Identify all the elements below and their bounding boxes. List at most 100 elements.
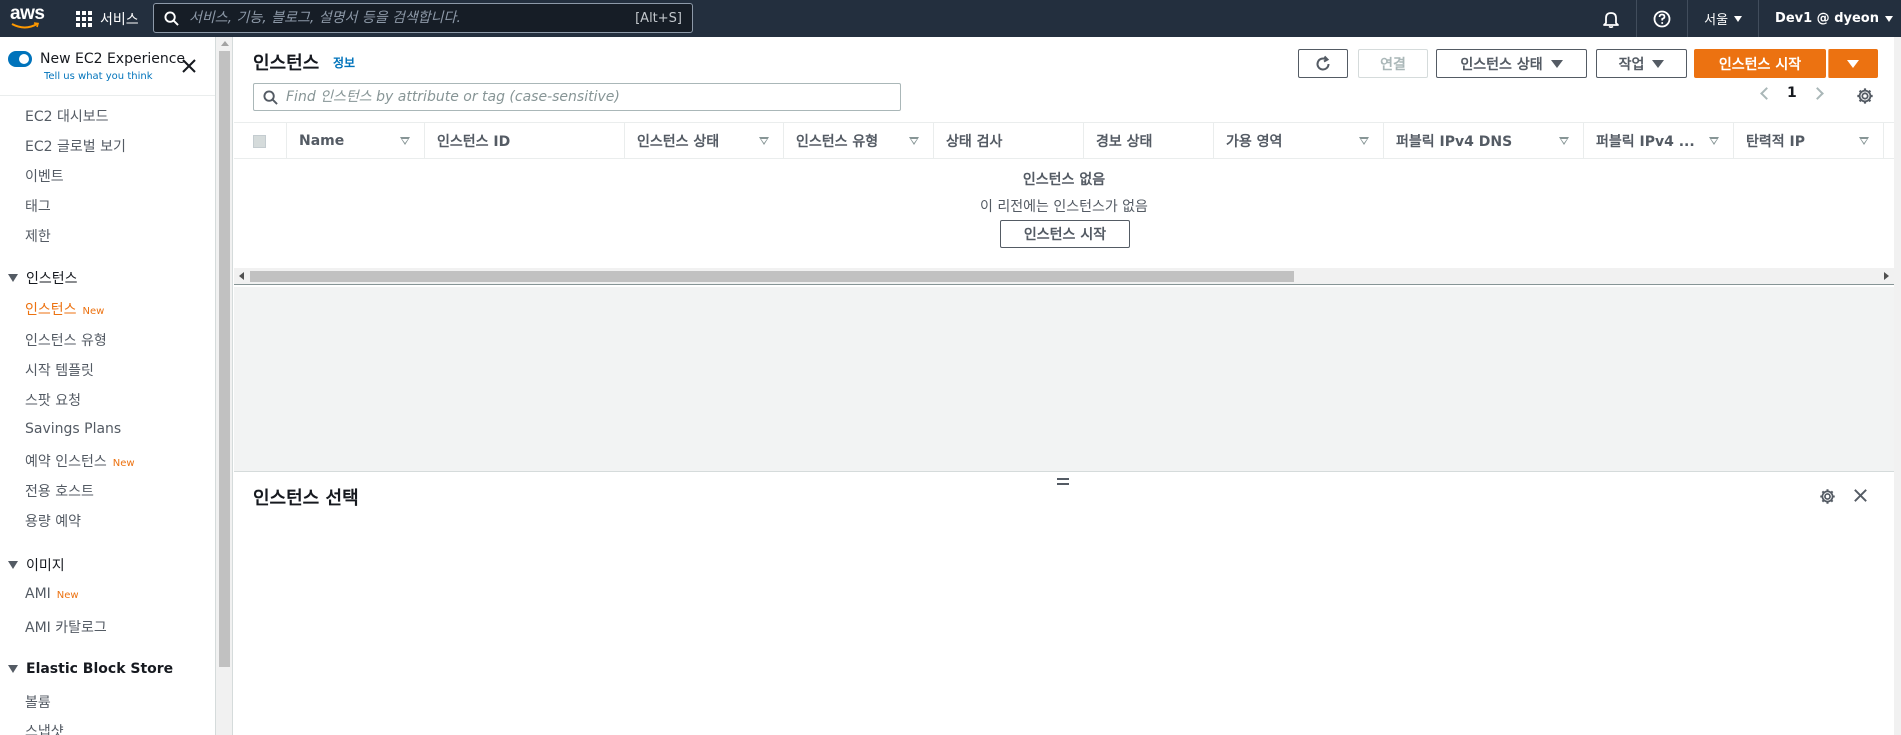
global-search-box[interactable]: [Alt+S]	[153, 3, 693, 33]
scrollbar-thumb[interactable]	[219, 51, 230, 667]
divider	[0, 95, 215, 96]
sidebar-item-capacity-reservations[interactable]: 용량 예약	[25, 511, 81, 531]
sort-icon	[1559, 137, 1569, 145]
pagination: 1	[1760, 85, 1824, 101]
sort-icon	[400, 137, 410, 145]
previous-page-icon[interactable]	[1760, 86, 1773, 100]
notifications-button[interactable]	[1586, 0, 1636, 37]
launch-instances-button[interactable]: 인스턴스 시작	[1694, 49, 1826, 78]
close-icon[interactable]	[1852, 487, 1869, 504]
sidebar-item-events[interactable]: 이벤트	[25, 166, 64, 186]
feedback-link[interactable]: Tell us what you think	[44, 71, 153, 82]
account-label: Dev1 @ dyeon	[1775, 11, 1879, 26]
column-header-instance-state[interactable]: 인스턴스 상태	[625, 123, 784, 159]
next-page-icon[interactable]	[1810, 86, 1824, 100]
top-nav-right: 서울 Dev1 @ dyeon	[1586, 0, 1901, 37]
new-badge: New	[112, 458, 135, 469]
column-header-status-check[interactable]: 상태 검사	[934, 123, 1084, 159]
info-link[interactable]: 정보	[333, 54, 355, 71]
gear-icon[interactable]	[1856, 87, 1874, 105]
scroll-up-arrow-icon[interactable]	[221, 41, 229, 46]
instance-state-label: 인스턴스 상태	[1460, 56, 1543, 73]
sidebar-item-limits[interactable]: 제한	[25, 226, 51, 246]
column-header-elastic-ip[interactable]: 탄력적 IP	[1734, 123, 1884, 159]
select-all-checkbox[interactable]	[253, 135, 266, 148]
instances-panel: 인스턴스 정보 연결 인스턴스 상태 작업 인스턴스 시작 Find 인스턴스 …	[234, 37, 1894, 287]
connect-button[interactable]: 연결	[1358, 49, 1428, 78]
sidebar-item-ami-catalog[interactable]: AMI 카탈로그	[25, 617, 107, 637]
sidebar-item-reserved-instances[interactable]: 예약 인스턴스 New	[25, 451, 135, 471]
sort-icon	[1359, 137, 1369, 145]
filter-input[interactable]	[286, 89, 900, 105]
empty-state-description: 이 리전에는 인스턴스가 없음	[980, 199, 1148, 215]
actions-button[interactable]: 작업	[1596, 49, 1687, 78]
sidebar-item-instances[interactable]: 인스턴스 New	[25, 299, 104, 319]
refresh-button[interactable]	[1298, 49, 1348, 78]
column-header-alarm-status[interactable]: 경보 상태	[1084, 123, 1214, 159]
sidebar-section-title: 인스턴스	[26, 271, 78, 287]
sidebar-item-ec2-dashboard[interactable]: EC2 대시보드	[25, 106, 109, 126]
sidebar-item-snapshots[interactable]: 스냅샷	[25, 721, 64, 735]
scrollbar-thumb[interactable]	[250, 271, 1294, 282]
sidebar-item-tags[interactable]: 태그	[25, 196, 51, 216]
column-header-public-ipv4-dns[interactable]: 퍼블릭 IPv4 DNS	[1384, 123, 1584, 159]
caret-down-icon	[8, 274, 18, 282]
sidebar-item-ami[interactable]: AMI New	[25, 586, 79, 602]
scroll-left-arrow-icon[interactable]	[239, 272, 244, 280]
column-label: 가용 영역	[1226, 134, 1283, 150]
sidebar-item-spot-requests[interactable]: 스팟 요청	[25, 390, 81, 410]
instance-filter[interactable]	[253, 83, 901, 111]
close-icon[interactable]	[180, 57, 198, 75]
sidebar-item-volumes[interactable]: 볼륨	[25, 692, 51, 712]
sidebar-item-dedicated-hosts[interactable]: 전용 호스트	[25, 481, 94, 501]
menu-grid-icon	[76, 10, 92, 27]
sort-icon	[759, 137, 769, 145]
sidebar-scrollbar[interactable]	[216, 37, 233, 735]
scroll-right-arrow-icon[interactable]	[1884, 272, 1889, 280]
help-button[interactable]	[1636, 0, 1687, 37]
column-label: 인스턴스 상태	[637, 134, 720, 150]
select-all-cell	[234, 123, 287, 159]
column-label: 퍼블릭 IPv4 DNS	[1396, 134, 1513, 150]
top-navigation: aws 서비스 [Alt+S]	[0, 0, 1901, 37]
refresh-icon	[1316, 55, 1330, 70]
aws-logo-text: aws	[10, 3, 45, 24]
column-header-name[interactable]: Name	[287, 123, 425, 159]
column-header-public-ipv4[interactable]: 퍼블릭 IPv4 ...	[1584, 123, 1734, 159]
gear-icon[interactable]	[1819, 488, 1836, 505]
current-page-number[interactable]: 1	[1787, 85, 1797, 101]
launch-instances-dropdown[interactable]	[1828, 49, 1878, 78]
aws-logo[interactable]: aws	[10, 3, 45, 31]
region-selector[interactable]: 서울	[1687, 0, 1758, 37]
side-navigation: New EC2 Experience Tell us what you thin…	[0, 37, 216, 735]
services-menu-button[interactable]: 서비스	[76, 0, 139, 37]
sidebar-item-ec2-global-view[interactable]: EC2 글로벌 보기	[25, 136, 126, 156]
bell-icon	[1603, 11, 1620, 28]
sidebar-section-images[interactable]: 이미지	[8, 555, 65, 575]
table-horizontal-scrollbar[interactable]	[234, 268, 1894, 285]
column-header-instance-type[interactable]: 인스턴스 유형	[784, 123, 934, 159]
column-header-availability-zone[interactable]: 가용 영역	[1214, 123, 1384, 159]
sidebar-section-ebs[interactable]: Elastic Block Store	[8, 661, 173, 677]
sidebar-item-instance-types[interactable]: 인스턴스 유형	[25, 330, 107, 350]
main-content: 인스턴스 정보 연결 인스턴스 상태 작업 인스턴스 시작 Find 인스턴스 …	[234, 37, 1901, 735]
sidebar-item-savings-plans[interactable]: Savings Plans	[25, 421, 121, 437]
sidebar-section-instances[interactable]: 인스턴스	[8, 268, 78, 288]
column-label: Name	[299, 133, 345, 149]
search-icon	[164, 10, 179, 26]
sidebar-item-launch-templates[interactable]: 시작 템플릿	[25, 360, 94, 380]
caret-down-icon	[1847, 59, 1859, 68]
new-experience-toggle[interactable]	[8, 51, 32, 67]
column-header-instance-id[interactable]: 인스턴스 ID	[425, 123, 625, 159]
sidebar-section-title: Elastic Block Store	[26, 661, 174, 677]
account-menu[interactable]: Dev1 @ dyeon	[1758, 0, 1901, 37]
empty-launch-instances-button[interactable]: 인스턴스 시작	[1000, 220, 1130, 248]
global-search-input[interactable]	[189, 10, 636, 26]
sort-icon	[1709, 137, 1719, 145]
aws-smile-icon	[11, 22, 40, 29]
instance-state-button[interactable]: 인스턴스 상태	[1436, 49, 1587, 78]
main-scrollbar[interactable]	[1894, 37, 1901, 735]
column-label: 탄력적 IP	[1746, 134, 1805, 150]
resize-handle-icon[interactable]	[1057, 478, 1069, 488]
instance-detail-panel: 인스턴스 선택	[234, 471, 1894, 735]
